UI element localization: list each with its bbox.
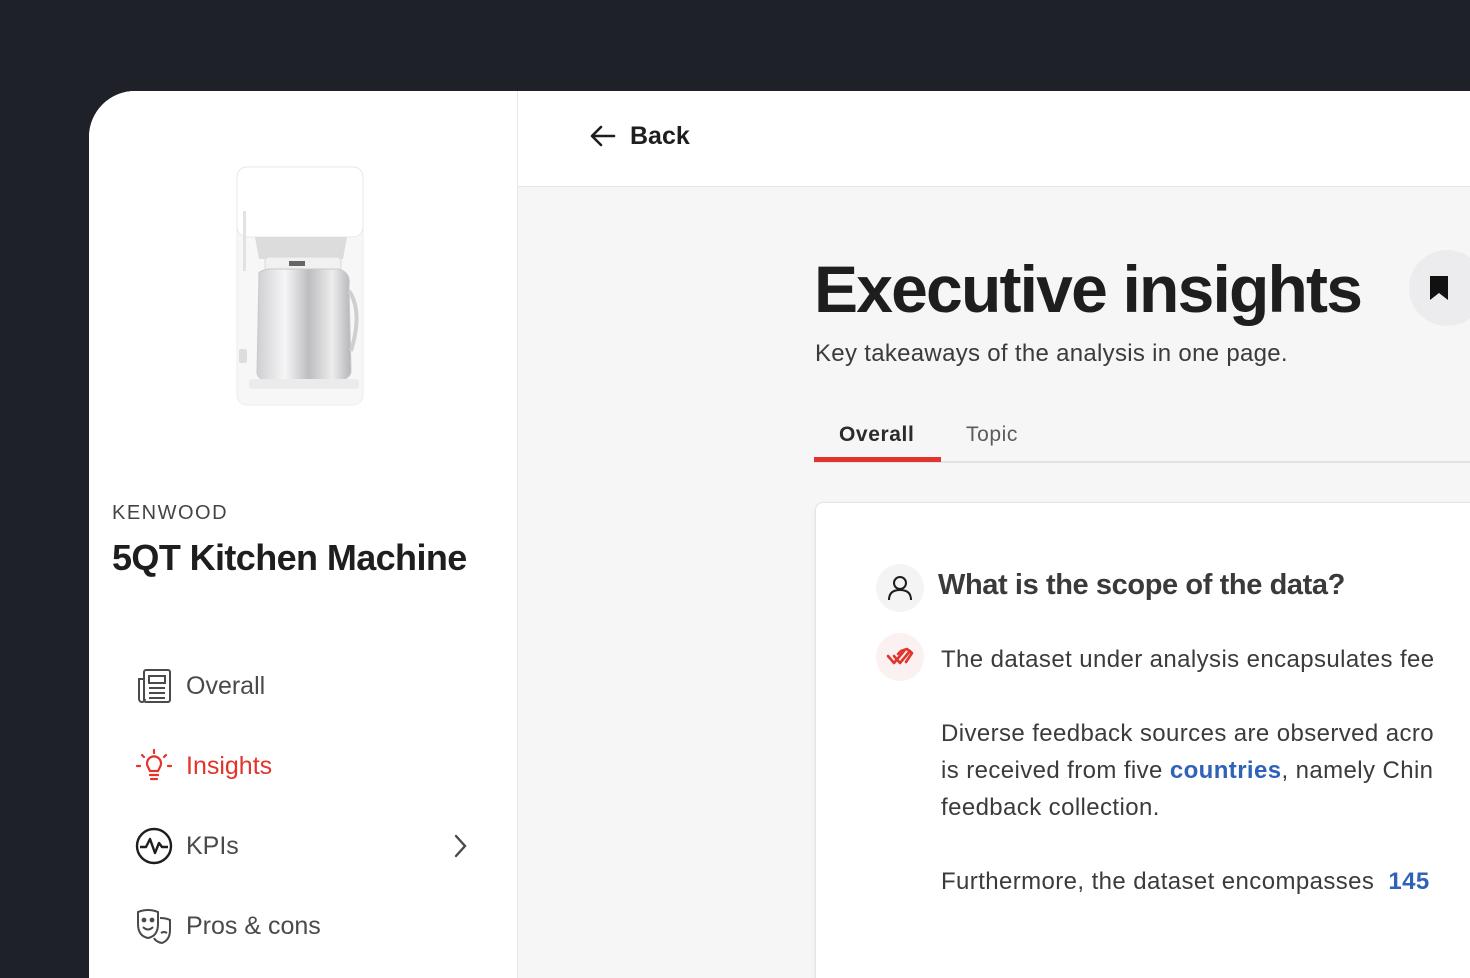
sidebar-item-insights[interactable]: Insights <box>134 726 474 806</box>
sidebar-item-pros-cons[interactable]: Pros & cons <box>134 886 474 966</box>
page-title: Executive insights <box>814 252 1363 326</box>
theater-masks-icon <box>134 906 174 946</box>
answer-paragraph: Diverse feedback sources are observed ac… <box>941 720 1435 747</box>
product-name: 5QT Kitchen Machine <box>112 537 467 578</box>
answer-paragraph: The dataset under analysis encapsulates … <box>941 646 1435 673</box>
app-window: KENWOOD 5QT Kitchen Machine Overall Insi… <box>89 91 1470 978</box>
product-image <box>229 161 379 411</box>
page-subtitle: Key takeaways of the analysis in one pag… <box>815 340 1288 367</box>
top-bar: Back <box>518 91 1470 187</box>
arrow-left-icon <box>590 125 616 147</box>
answer-text-segment: is received from five <box>941 757 1170 784</box>
back-button[interactable]: Back <box>588 121 690 151</box>
countries-link[interactable]: countries <box>1170 757 1282 784</box>
answer-paragraph: Furthermore, the dataset encompasses 145 <box>941 863 1435 900</box>
sidebar-item-label: KPIs <box>186 831 239 860</box>
count-highlight[interactable]: 145 <box>1388 868 1429 895</box>
active-tab-indicator <box>814 457 941 462</box>
newspaper-icon <box>134 666 174 706</box>
answer-text: The dataset under analysis encapsulates … <box>941 641 1435 900</box>
back-label: Back <box>630 121 690 150</box>
lightbulb-icon <box>134 746 174 786</box>
tab-overall[interactable]: Overall <box>839 423 914 447</box>
pulse-icon <box>134 826 174 866</box>
sidebar: KENWOOD 5QT Kitchen Machine Overall Insi… <box>89 91 518 978</box>
insight-card: What is the scope of the data? The datas… <box>815 502 1470 978</box>
answer-text-segment: Furthermore, the dataset encompasses <box>941 868 1389 895</box>
checkmarks-icon <box>876 633 924 681</box>
sidebar-item-overall[interactable]: Overall <box>134 646 474 726</box>
answer-text-segment: , namely Chin <box>1281 757 1434 784</box>
sidebar-item-kpis[interactable]: KPIs <box>134 806 474 886</box>
answer-paragraph: feedback collection. <box>941 794 1160 821</box>
brand-label: KENWOOD <box>112 502 229 524</box>
sidebar-nav: Overall Insights KPIs Pros & cons <box>134 646 474 966</box>
user-icon <box>876 564 924 612</box>
bookmark-button[interactable] <box>1409 250 1470 326</box>
sidebar-item-label: Pros & cons <box>186 911 321 940</box>
bookmark-icon <box>1430 276 1448 300</box>
sidebar-item-label: Insights <box>186 751 273 780</box>
chevron-right-icon[interactable] <box>446 832 474 860</box>
tab-topic[interactable]: Topic <box>966 423 1018 447</box>
answer-paragraph: is received from five countries, namely … <box>941 752 1435 789</box>
question-heading: What is the scope of the data? <box>938 569 1345 601</box>
tab-bar: Overall Topic <box>814 413 1470 463</box>
sidebar-item-label: Overall <box>186 671 266 700</box>
